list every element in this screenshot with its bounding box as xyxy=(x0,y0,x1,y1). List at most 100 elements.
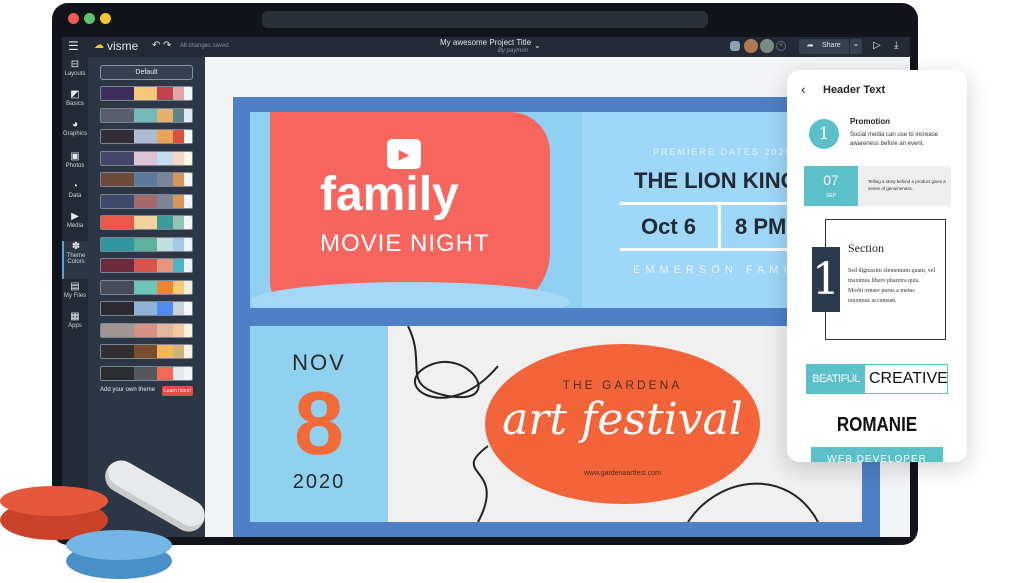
apps-icon: ▦ xyxy=(70,311,80,322)
promo-text: Social media can use to increase awarene… xyxy=(850,132,939,147)
color-swatch xyxy=(101,173,134,186)
theme-palette[interactable] xyxy=(100,150,193,166)
color-swatch xyxy=(133,151,157,165)
minimize-window-button[interactable] xyxy=(100,13,111,24)
theme-palette[interactable] xyxy=(100,172,193,187)
color-swatch xyxy=(101,259,134,272)
back-arrow-icon[interactable]: ‹ xyxy=(801,81,806,97)
theme-palette[interactable] xyxy=(100,107,193,123)
sidebar-item-label: Media xyxy=(66,223,84,229)
theme-palette[interactable] xyxy=(100,215,193,230)
color-swatch xyxy=(156,259,173,272)
movie-night-card[interactable]: ▶ family MOVIE NIGHT PREMIERE DATES 2020… xyxy=(250,112,862,308)
theme-palette[interactable] xyxy=(100,279,193,295)
color-swatch xyxy=(183,259,192,272)
undo-icon[interactable]: ↶ xyxy=(152,40,160,51)
promo-number: 1 xyxy=(809,119,839,149)
comments-icon[interactable] xyxy=(730,41,740,51)
theme-palette[interactable] xyxy=(100,129,193,144)
sidebar-item-my-files[interactable]: ▤ My Files xyxy=(62,281,88,309)
sidebar-item-media[interactable]: ▶ Media xyxy=(62,211,88,239)
color-swatch xyxy=(183,108,192,122)
redo-icon[interactable]: ↷ xyxy=(163,40,171,51)
learn-more-button[interactable]: Learn more! xyxy=(162,386,193,396)
menu-icon[interactable]: ☰ xyxy=(68,39,79,53)
color-swatch xyxy=(101,108,134,122)
theme-palette[interactable] xyxy=(100,322,193,338)
project-title[interactable]: My awesome Project Title xyxy=(440,38,531,47)
festival-pretitle: THE GARDENA xyxy=(562,378,683,392)
address-bar[interactable] xyxy=(262,11,708,28)
color-swatch xyxy=(156,345,173,358)
avatar[interactable] xyxy=(744,39,758,53)
theme-palette[interactable] xyxy=(100,236,193,252)
color-swatch xyxy=(172,216,184,229)
play-icon[interactable]: ▷ xyxy=(873,40,881,51)
badge-left: BEATIFUL xyxy=(807,365,865,393)
download-icon[interactable]: ⤓ xyxy=(894,40,898,51)
theme-palette[interactable] xyxy=(100,301,193,316)
sidebar: ⊟ Layouts ◩ Basics ◕ Graphics ▣ Photos ◔ Data ▶ Med… xyxy=(62,57,88,537)
color-swatch xyxy=(172,130,184,143)
theme-palette[interactable] xyxy=(100,344,193,359)
chevron-down-icon[interactable]: ⌄ xyxy=(534,41,541,50)
art-festival-card[interactable]: NOV 8 2020 THE GARDENA art festival www.… xyxy=(250,326,862,522)
color-swatch xyxy=(156,302,173,315)
movie-date: Oct 6 xyxy=(641,214,697,239)
color-swatch xyxy=(172,366,184,380)
visme-logo-icon: ☁ xyxy=(94,40,104,51)
color-swatch xyxy=(133,302,157,315)
color-swatch xyxy=(101,366,134,380)
color-swatch xyxy=(183,216,192,229)
color-swatch xyxy=(101,194,134,208)
sidebar-item-label: Apps xyxy=(68,323,82,329)
sidebar-item-photos[interactable]: ▣ Photos xyxy=(62,151,88,179)
color-swatch xyxy=(133,194,157,208)
color-swatch xyxy=(183,194,192,208)
color-swatch xyxy=(133,108,157,122)
color-swatch xyxy=(183,366,192,380)
color-swatch xyxy=(172,87,184,100)
color-swatch xyxy=(183,280,192,294)
color-swatch xyxy=(156,366,173,380)
sidebar-item-label: Photos xyxy=(65,163,85,169)
share-button[interactable]: ➦ Share xyxy=(799,39,849,54)
add-collaborator-icon[interactable]: + xyxy=(776,41,786,51)
color-swatch xyxy=(101,237,134,251)
avatar[interactable] xyxy=(760,39,774,53)
movie-time: 8 PM xyxy=(735,214,787,239)
sidebar-item-label: Theme Colors xyxy=(66,253,86,265)
film-title: THE LION KING xyxy=(634,168,798,193)
color-swatch xyxy=(183,302,192,315)
theme-palette[interactable] xyxy=(100,193,193,209)
color-swatch xyxy=(183,345,192,358)
color-swatch xyxy=(133,130,157,143)
color-swatch xyxy=(172,173,184,186)
date-text: Telling a story behind a product gives a… xyxy=(868,179,946,191)
save-status: All changes saved xyxy=(180,43,229,49)
sidebar-item-label: Layouts xyxy=(64,71,86,77)
promo-title: Promotion xyxy=(850,117,890,126)
theme-palette[interactable] xyxy=(100,86,193,101)
color-swatch xyxy=(133,280,157,294)
color-swatch xyxy=(156,151,173,165)
color-swatch xyxy=(183,151,192,165)
app-header: ☰ ☁ visme ↶ ↷ All changes saved My aweso… xyxy=(62,37,910,57)
default-theme-button[interactable]: Default xyxy=(100,65,193,80)
blue-puck xyxy=(66,530,172,560)
sidebar-item-graphics[interactable]: ◕ Graphics xyxy=(62,119,88,147)
sidebar-item-apps[interactable]: ▦ Apps xyxy=(62,311,88,339)
sidebar-item-data[interactable]: ◔ Data xyxy=(62,181,88,209)
sidebar-item-basics[interactable]: ◩ Basics xyxy=(62,89,88,117)
sidebar-item-layouts[interactable]: ⊟ Layouts xyxy=(62,59,88,87)
share-options-button[interactable]: ⌄ xyxy=(850,39,862,54)
theme-palette[interactable] xyxy=(100,365,193,381)
folder-icon: ▤ xyxy=(70,281,80,292)
sidebar-item-theme-colors[interactable]: ✽ Theme Colors xyxy=(62,241,88,279)
maximize-window-button[interactable] xyxy=(84,13,95,24)
theme-palette[interactable] xyxy=(100,258,193,273)
close-window-button[interactable] xyxy=(68,13,79,24)
color-swatch xyxy=(133,237,157,251)
color-swatch xyxy=(183,323,192,337)
visme-logo[interactable]: visme xyxy=(107,39,138,53)
